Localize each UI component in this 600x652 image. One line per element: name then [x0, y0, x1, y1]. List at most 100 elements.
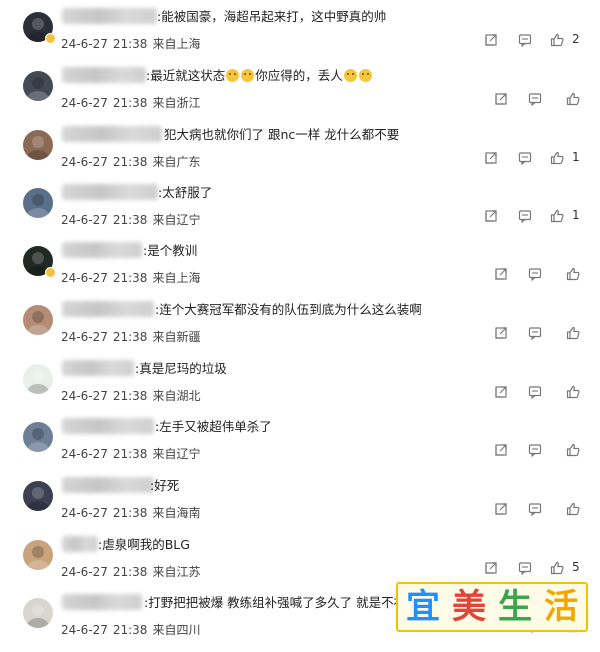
comment-item: :连个大赛冠军都没有的队伍到底为什么这么装啊 24-6-27 21:38 来自新疆 — [0, 301, 600, 359]
share-icon — [494, 267, 508, 281]
comment-icon — [518, 33, 532, 47]
comment-date: 24-6-27 — [61, 389, 108, 403]
comment-location: 来自海南 — [152, 506, 201, 520]
comment-text: :好死 — [150, 477, 179, 494]
username-blurred[interactable] — [62, 8, 157, 24]
share-button[interactable] — [494, 502, 508, 516]
avatar[interactable] — [23, 188, 53, 218]
like-button[interactable] — [550, 33, 564, 47]
comment-location: 来自广东 — [152, 155, 201, 169]
username-blurred[interactable] — [62, 418, 154, 434]
comment-item: :好死 24-6-27 21:38 来自海南 — [0, 477, 600, 535]
reply-button[interactable] — [528, 385, 542, 399]
username-blurred[interactable] — [62, 594, 142, 610]
share-icon — [484, 151, 498, 165]
comment-item: :是个教训 24-6-27 21:38 来自上海 — [0, 242, 600, 300]
share-button[interactable] — [494, 443, 508, 457]
reply-button[interactable] — [528, 92, 542, 106]
comment-meta: 24-6-27 21:38 来自新疆 — [61, 328, 205, 345]
username-blurred[interactable] — [62, 477, 154, 493]
comment-item: :左手又被超伟单杀了 24-6-27 21:38 来自辽宁 — [0, 418, 600, 476]
avatar[interactable] — [23, 364, 53, 394]
reply-button[interactable] — [518, 33, 532, 47]
avatar[interactable] — [23, 598, 53, 628]
comment-location: 来自上海 — [152, 37, 201, 51]
comment-icon — [518, 561, 532, 575]
comment-icon — [528, 385, 542, 399]
comment-actions — [494, 443, 584, 459]
comment-time: 21:38 — [112, 506, 148, 520]
comment-date: 24-6-27 — [61, 330, 108, 344]
share-button[interactable] — [494, 326, 508, 340]
like-button[interactable] — [566, 267, 580, 281]
comment-text: :太舒服了 — [158, 184, 212, 201]
reply-button[interactable] — [528, 502, 542, 516]
username-blurred[interactable] — [62, 536, 98, 552]
thumbs-up-icon — [566, 502, 580, 516]
avatar[interactable] — [23, 71, 53, 101]
comment-date: 24-6-27 — [61, 37, 108, 51]
comment-text: :是个教训 — [143, 242, 197, 259]
like-button[interactable] — [550, 561, 564, 575]
comment-time: 21:38 — [112, 96, 148, 110]
like-button[interactable] — [566, 502, 580, 516]
share-button[interactable] — [484, 33, 498, 47]
comment-icon — [528, 92, 542, 106]
comment-date: 24-6-27 — [61, 623, 108, 637]
comment-date: 24-6-27 — [61, 96, 108, 110]
share-button[interactable] — [494, 385, 508, 399]
share-icon — [494, 443, 508, 457]
avatar[interactable] — [23, 305, 53, 335]
username-blurred[interactable] — [62, 67, 146, 83]
share-button[interactable] — [494, 92, 508, 106]
like-count: 1 — [572, 150, 580, 164]
like-button[interactable] — [566, 326, 580, 340]
share-button[interactable] — [484, 561, 498, 575]
like-button[interactable] — [550, 151, 564, 165]
reply-button[interactable] — [528, 267, 542, 281]
thumbs-up-icon — [566, 385, 580, 399]
avatar[interactable] — [23, 130, 53, 160]
avatar[interactable] — [23, 481, 53, 511]
smile-emoji-icon — [343, 69, 357, 82]
comment-text: :真是尼玛的垃圾 — [135, 360, 227, 377]
comment-meta: 24-6-27 21:38 来自湖北 — [61, 387, 205, 404]
avatar[interactable] — [23, 422, 53, 452]
username-blurred[interactable] — [62, 360, 134, 376]
thumbs-up-icon — [550, 33, 564, 47]
comment-text-content: :好死 — [150, 478, 180, 493]
username-blurred[interactable] — [62, 126, 162, 142]
comment-meta: 24-6-27 21:38 来自上海 — [61, 35, 205, 52]
watermark-char: 宜 — [406, 587, 440, 627]
reply-button[interactable] — [518, 151, 532, 165]
reply-button[interactable] — [528, 326, 542, 340]
comment-time: 21:38 — [112, 155, 148, 169]
reply-button[interactable] — [518, 209, 532, 223]
username-blurred[interactable] — [62, 301, 154, 317]
like-button[interactable] — [566, 92, 580, 106]
share-icon — [484, 561, 498, 575]
comment-actions: 1 — [484, 208, 584, 225]
reply-button[interactable] — [518, 561, 532, 575]
share-button[interactable] — [494, 267, 508, 281]
smile-emoji-icon — [358, 69, 372, 82]
like-button[interactable] — [566, 443, 580, 457]
reply-button[interactable] — [528, 443, 542, 457]
like-button[interactable] — [566, 385, 580, 399]
comment-icon — [528, 502, 542, 516]
comment-text-content: :能被国豪，海超吊起来打，这中野真的帅 — [157, 9, 387, 24]
username-blurred[interactable] — [62, 242, 142, 258]
comment-text-content: :真是尼玛的垃圾 — [135, 361, 227, 376]
comment-time: 21:38 — [112, 565, 148, 579]
comment-actions — [494, 385, 584, 401]
verified-badge-icon — [45, 33, 56, 44]
comment-meta: 24-6-27 21:38 来自四川 — [61, 621, 205, 638]
avatar[interactable] — [23, 540, 53, 570]
username-blurred[interactable] — [62, 184, 158, 200]
comment-text-content: :虐泉啊我的BLG — [98, 537, 190, 552]
like-button[interactable] — [550, 209, 564, 223]
comment-meta: 24-6-27 21:38 来自辽宁 — [61, 211, 205, 228]
like-count: 5 — [572, 560, 580, 574]
share-button[interactable] — [484, 209, 498, 223]
share-button[interactable] — [484, 151, 498, 165]
